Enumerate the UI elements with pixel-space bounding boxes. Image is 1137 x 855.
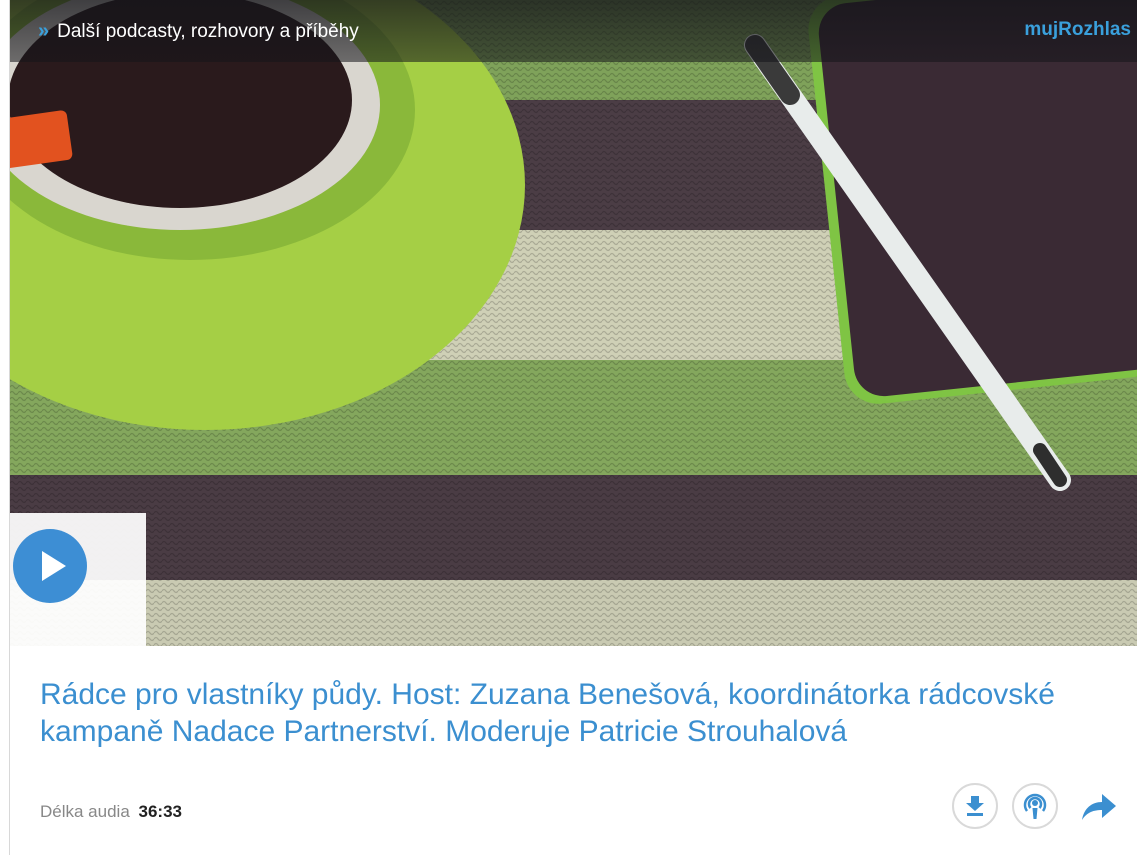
duration-value: 36:33: [138, 802, 182, 821]
podcast-icon: [1023, 793, 1047, 819]
episode-cover-image: [10, 0, 1137, 646]
episode-duration: Délka audia 36:33: [40, 802, 182, 822]
more-podcasts-link[interactable]: » Další podcasty, rozhovory a příběhy: [38, 20, 359, 43]
download-icon: [966, 796, 984, 816]
duration-label: Délka audia: [40, 802, 130, 821]
double-chevron-right-icon: »: [38, 20, 49, 42]
brand-logo-link[interactable]: mujRozhlas: [1024, 19, 1131, 41]
more-podcasts-label: Další podcasty, rozhovory a příběhy: [57, 20, 359, 42]
download-button[interactable]: [952, 783, 998, 829]
share-icon: [1082, 794, 1116, 820]
podcast-subscribe-button[interactable]: [1012, 783, 1058, 829]
play-button[interactable]: [13, 529, 87, 603]
share-button[interactable]: [1078, 790, 1118, 824]
top-bar: » Další podcasty, rozhovory a příběhy mu…: [10, 0, 1137, 62]
episode-title[interactable]: Rádce pro vlastníky půdy. Host: Zuzana B…: [40, 676, 1100, 750]
